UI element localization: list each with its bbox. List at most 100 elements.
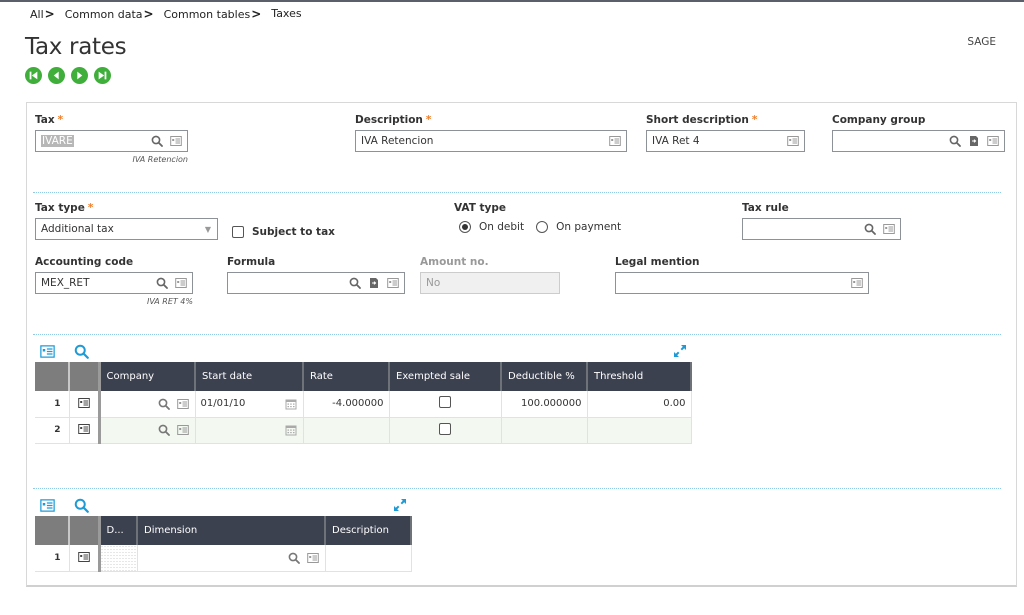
company-cell[interactable] <box>99 417 196 444</box>
accounting-code-hint: IVA RET 4% <box>146 297 193 306</box>
previous-record-button[interactable] <box>48 67 65 84</box>
short-description-input[interactable]: IVA Ret 4 <box>646 130 805 152</box>
row-detail-button[interactable] <box>69 545 101 572</box>
company-group-input[interactable] <box>832 130 1005 152</box>
row-number: 2 <box>35 417 70 444</box>
column-header-exempted-sale[interactable]: Exempted sale <box>389 362 502 391</box>
search-icon[interactable] <box>157 397 171 411</box>
detail-icon[interactable] <box>39 343 55 359</box>
exempted-sale-checkbox[interactable] <box>439 396 451 409</box>
next-record-button[interactable] <box>71 67 88 84</box>
column-header-d[interactable]: D... <box>99 516 138 545</box>
detail-icon[interactable] <box>39 497 55 513</box>
detail-icon[interactable] <box>306 551 320 565</box>
detail-icon[interactable] <box>176 423 190 437</box>
table-header-row: Company Start date Rate Exempted sale De… <box>35 362 692 391</box>
row-number: 1 <box>35 391 70 418</box>
tax-rule-label: Tax rule <box>742 202 789 214</box>
detail-icon[interactable] <box>77 550 91 564</box>
create-icon[interactable] <box>967 134 981 148</box>
start-date-cell[interactable]: 01/01/10 <box>195 391 304 418</box>
description-cell[interactable] <box>325 545 412 572</box>
deductible-cell[interactable]: 100.000000 <box>501 391 588 418</box>
calendar-icon[interactable] <box>284 397 298 411</box>
dropdown-arrow-icon[interactable]: ▼ <box>205 225 211 234</box>
search-icon[interactable] <box>157 423 171 437</box>
company-label: SAGE <box>967 36 996 48</box>
rates-table-toolbar <box>39 343 89 359</box>
expand-icon[interactable] <box>673 343 687 357</box>
description-input[interactable]: IVA Retencion <box>355 130 627 152</box>
detail-icon[interactable] <box>77 396 91 410</box>
deductible-cell[interactable] <box>501 417 588 444</box>
column-header-deductible[interactable]: Deductible % <box>501 362 588 391</box>
detail-icon[interactable] <box>174 276 188 290</box>
detail-icon[interactable] <box>986 134 1000 148</box>
column-header-start-date[interactable]: Start date <box>195 362 304 391</box>
vat-type-option-on-payment[interactable]: On payment <box>536 221 621 233</box>
exempted-sale-checkbox[interactable] <box>439 422 451 435</box>
section-divider <box>33 488 1001 489</box>
column-header-description[interactable]: Description <box>325 516 412 545</box>
threshold-cell[interactable]: 0.00 <box>587 391 692 418</box>
search-icon[interactable] <box>150 134 164 148</box>
expand-icon[interactable] <box>393 497 407 511</box>
rate-cell[interactable]: -4.000000 <box>303 391 390 418</box>
vat-type-field: VAT type On debit On payment <box>454 202 621 233</box>
subject-to-tax-checkbox[interactable] <box>232 226 244 238</box>
legal-mention-field: Legal mention <box>615 256 869 294</box>
detail-icon[interactable] <box>882 222 896 236</box>
search-icon[interactable] <box>348 276 362 290</box>
detail-icon[interactable] <box>850 276 864 290</box>
breadcrumb-item-common-tables[interactable]: Common tables> <box>164 7 266 21</box>
detail-icon[interactable] <box>77 422 91 436</box>
accounting-code-value: MEX_RET <box>41 277 90 289</box>
rate-cell[interactable] <box>303 417 390 444</box>
skip-last-icon <box>98 71 107 80</box>
detail-icon[interactable] <box>386 276 400 290</box>
dimension-cell[interactable] <box>137 545 326 572</box>
search-icon[interactable] <box>287 551 301 565</box>
search-icon[interactable] <box>863 222 877 236</box>
start-date-cell[interactable] <box>195 417 304 444</box>
search-icon[interactable] <box>73 343 89 359</box>
last-record-button[interactable] <box>94 67 111 84</box>
column-header-dimension[interactable]: Dimension <box>137 516 326 545</box>
formula-input[interactable] <box>227 272 405 294</box>
search-icon[interactable] <box>155 276 169 290</box>
rates-table: Company Start date Rate Exempted sale De… <box>35 362 692 444</box>
breadcrumb: All> Common data> Common tables> Taxes <box>30 7 302 21</box>
on-payment-radio[interactable] <box>536 221 549 233</box>
search-icon[interactable] <box>948 134 962 148</box>
d-cell <box>99 545 138 572</box>
on-debit-radio[interactable] <box>459 221 471 233</box>
dimension-table-toolbar <box>39 497 89 513</box>
search-icon[interactable] <box>73 497 89 513</box>
calendar-icon[interactable] <box>284 423 298 437</box>
vat-type-label: VAT type <box>454 202 507 214</box>
create-icon[interactable] <box>367 276 381 290</box>
tax-type-select[interactable]: Additional tax ▼ <box>35 218 218 240</box>
company-cell[interactable] <box>99 391 196 418</box>
row-detail-button[interactable] <box>69 417 101 444</box>
threshold-cell[interactable] <box>587 417 692 444</box>
column-header-company[interactable]: Company <box>99 362 196 391</box>
column-header-threshold[interactable]: Threshold <box>587 362 692 391</box>
description-value: IVA Retencion <box>361 135 434 147</box>
detail-icon[interactable] <box>608 134 622 148</box>
row-detail-button[interactable] <box>69 391 101 418</box>
tax-input[interactable]: IVARE <box>35 130 188 152</box>
tax-rule-input[interactable] <box>742 218 901 240</box>
detail-icon[interactable] <box>786 134 800 148</box>
previous-icon <box>53 71 59 80</box>
vat-type-option-on-debit[interactable]: On debit <box>459 221 524 233</box>
tax-type-label: Tax type <box>35 202 85 214</box>
breadcrumb-item-all[interactable]: All> <box>30 7 59 21</box>
breadcrumb-item-common-data[interactable]: Common data> <box>65 7 158 21</box>
legal-mention-input[interactable] <box>615 272 869 294</box>
column-header-rate[interactable]: Rate <box>303 362 390 391</box>
accounting-code-input[interactable]: MEX_RET <box>35 272 193 294</box>
detail-icon[interactable] <box>169 134 183 148</box>
first-record-button[interactable] <box>25 67 42 84</box>
detail-icon[interactable] <box>176 397 190 411</box>
